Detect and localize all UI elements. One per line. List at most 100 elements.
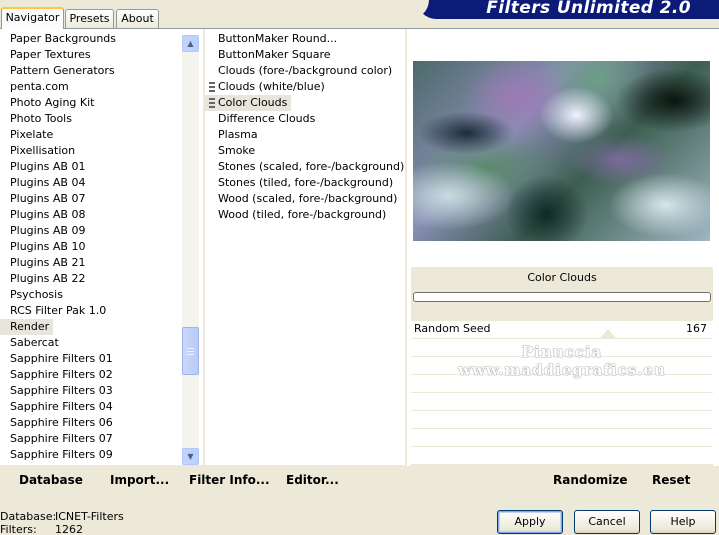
category-item[interactable]: Plugins AB 07 [0,191,180,207]
cancel-button[interactable]: Cancel [574,510,640,534]
filter-item[interactable]: Difference Clouds [205,111,405,127]
arrow-up-icon[interactable]: ▲ [182,35,199,52]
category-item-label: Plugins AB 08 [10,208,86,221]
database-info: Database: ICNET-Filters Filters: 1262 [0,510,200,535]
category-item[interactable]: Plugins AB 08 [0,207,180,223]
category-item-label: Sapphire Filters 03 [10,384,113,397]
filter-item-label: ButtonMaker Square [218,48,331,61]
category-item[interactable]: Pattern Generators [0,63,180,79]
category-item[interactable]: Sapphire Filters 07 [0,431,180,447]
category-item[interactable]: Sapphire Filters 04 [0,399,180,415]
filter-item-label: Plasma [218,128,258,141]
filter-item[interactable]: Wood (scaled, fore-/background) [205,191,405,207]
app-title: Filters Unlimited 2.0 [486,0,691,18]
category-item-label: Photo Aging Kit [10,96,95,109]
filter-item[interactable]: Plasma [205,127,405,143]
category-item-label: Sapphire Filters 06 [10,416,113,429]
category-item-label: Render [0,319,54,335]
current-filter-name: Color Clouds [527,271,597,284]
control-area: Color Clouds Random Seed 167 Pinuccia www.m… [411,267,713,466]
progress-bar [413,292,711,302]
category-item-label: Plugins AB 01 [10,160,86,173]
grip-line [187,351,194,352]
filter-item[interactable]: Wood (tiled, fore-/background) [205,207,405,223]
tab-navigator[interactable]: Navigator [1,7,64,29]
category-item[interactable]: Sapphire Filters 01 [0,351,180,367]
editor-button[interactable]: Editor... [286,473,339,487]
category-item[interactable]: Render [0,319,180,335]
preview-pane: Color Clouds Random Seed 167 Pinuccia www.m… [407,29,719,466]
tab-about[interactable]: About [116,9,159,28]
category-item[interactable]: Sapphire Filters 06 [0,415,180,431]
toolbar: Database Import... Filter Info... Editor… [0,466,719,494]
parameter-value: 167 [686,322,707,335]
category-item[interactable]: RCS Filter Pak 1.0 [0,303,180,319]
category-item[interactable]: penta.com [0,79,180,95]
filter-item[interactable]: Color Clouds [205,95,405,111]
filter-item-label: Clouds (white/blue) [218,80,325,93]
slider-thumb[interactable] [600,329,617,338]
category-item[interactable]: Paper Backgrounds [0,31,180,47]
category-item-label: Sapphire Filters 04 [10,400,113,413]
filter-item[interactable]: ButtonMaker Round... [205,31,405,47]
database-value: ICNET-Filters [55,510,124,523]
category-item[interactable]: Photo Tools [0,111,180,127]
category-item-label: Plugins AB 07 [10,192,86,205]
filter-item[interactable]: Smoke [205,143,405,159]
category-item[interactable]: Sapphire Filters 09 [0,447,180,463]
filters-key: Filters: [0,523,37,535]
category-item-label: Psychosis [10,288,63,301]
filter-item[interactable]: Stones (scaled, fore-/background) [205,159,405,175]
category-item[interactable]: Psychosis [0,287,180,303]
import-button[interactable]: Import... [110,473,169,487]
filter-item[interactable]: ButtonMaker Square [205,47,405,63]
scrollbar-thumb[interactable] [182,327,199,375]
parameter-row [411,447,713,464]
app-title-banner: Filters Unlimited 2.0 [409,0,719,19]
help-button[interactable]: Help [650,510,716,534]
main-panel: Paper Backgrounds Paper Textures Pattern G… [0,28,719,494]
filter-item[interactable]: Clouds (white/blue) [205,79,405,95]
category-item[interactable]: Sabercat [0,335,180,351]
category-item-label: Plugins AB 09 [10,224,86,237]
category-item[interactable]: Paper Textures [0,47,180,63]
category-item[interactable]: Plugins AB 01 [0,159,180,175]
database-key: Database: [0,510,57,523]
filter-item-label: Smoke [218,144,256,157]
filter-item-label: Color Clouds [205,95,292,111]
parameter-row[interactable]: Random Seed 167 [411,321,713,338]
category-item-label: Pixellisation [10,144,76,157]
reset-button[interactable]: Reset [652,473,690,487]
category-item[interactable]: Photo Aging Kit [0,95,180,111]
category-item-label: Sabercat [10,336,59,349]
parameter-row [411,411,713,428]
filter-info-button[interactable]: Filter Info... [189,473,270,487]
category-item[interactable]: Plugins AB 04 [0,175,180,191]
parameter-label: Random Seed [414,322,491,335]
category-item-label: Sapphire Filters 02 [10,368,113,381]
category-item[interactable]: Plugins AB 09 [0,223,180,239]
randomize-button[interactable]: Randomize [553,473,627,487]
category-item-label: Sapphire Filters 07 [10,432,113,445]
category-item-label: penta.com [10,80,69,93]
arrow-down-icon[interactable]: ▼ [182,448,199,465]
filter-item-label: Clouds (fore-/background color) [218,64,393,77]
category-item-label: Plugins AB 22 [10,272,86,285]
filter-item[interactable]: Clouds (fore-/background color) [205,63,405,79]
category-item-label: Sapphire Filters 09 [10,448,113,461]
database-button[interactable]: Database [19,473,83,487]
category-item[interactable]: Plugins AB 10 [0,239,180,255]
tab-presets[interactable]: Presets [65,9,114,28]
category-item[interactable]: Sapphire Filters 03 [0,383,180,399]
category-item[interactable]: Pixellisation [0,143,180,159]
category-item[interactable]: Plugins AB 22 [0,271,180,287]
filter-item[interactable]: Stones (tiled, fore-/background) [205,175,405,191]
apply-button[interactable]: Apply [497,510,563,534]
filter-item-label: Difference Clouds [218,112,316,125]
category-scrollbar[interactable]: ▲ ▼ [182,35,199,465]
category-item[interactable]: Sapphire Filters 02 [0,367,180,383]
filter-item-label: ButtonMaker Round... [218,32,338,45]
tab-strip: Navigator Presets About [0,0,420,29]
category-item[interactable]: Pixelate [0,127,180,143]
category-item[interactable]: Plugins AB 21 [0,255,180,271]
